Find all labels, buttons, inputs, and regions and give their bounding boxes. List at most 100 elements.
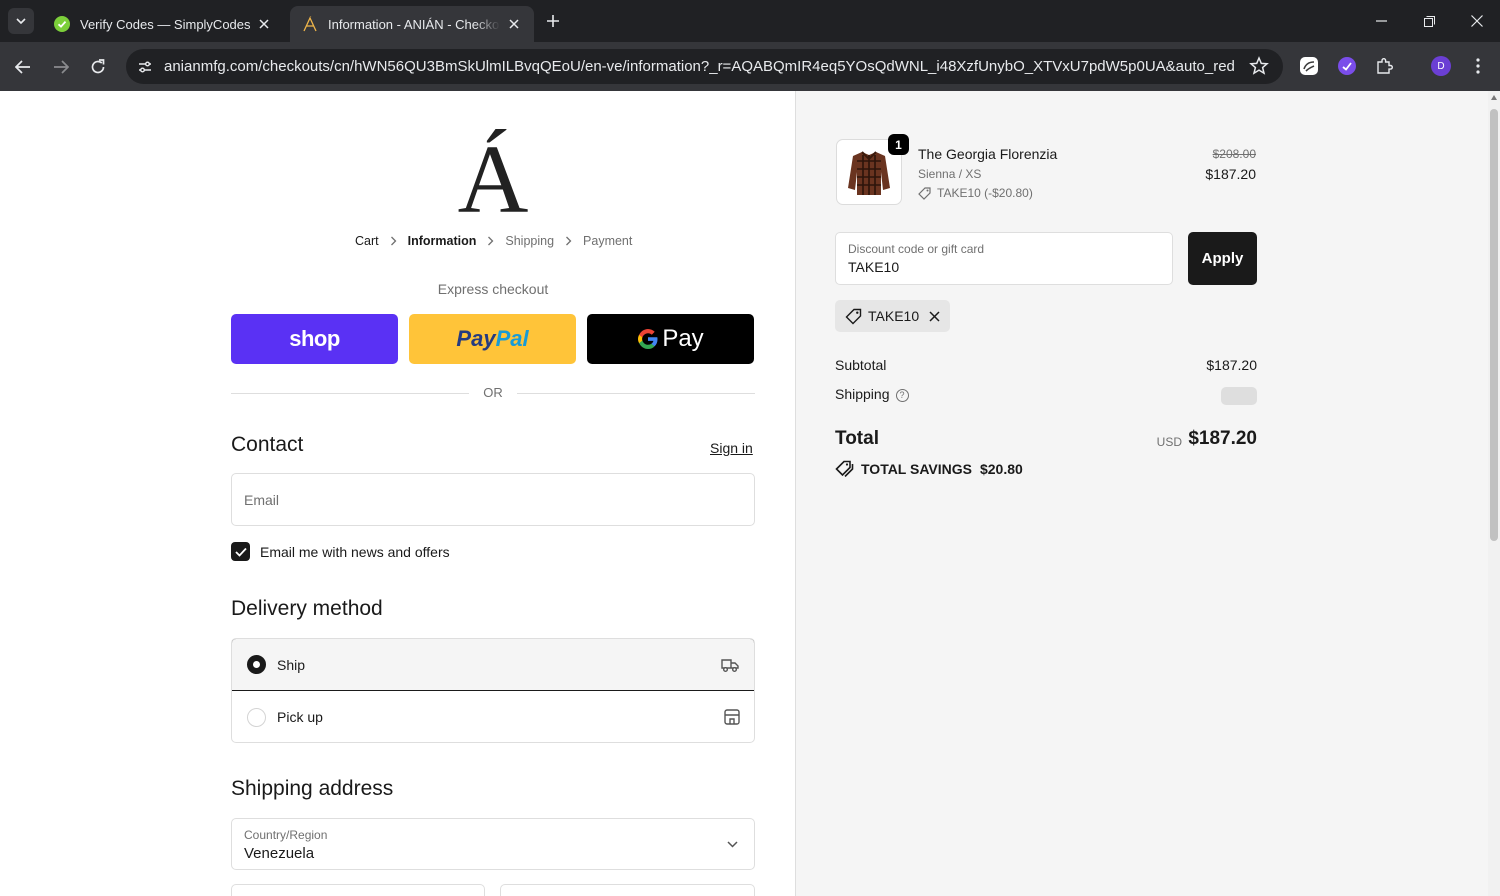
chevron-down-icon <box>727 841 738 848</box>
total-label: Total <box>835 428 879 449</box>
applied-discount-chip: TAKE10 <box>835 300 951 332</box>
store-icon <box>724 709 740 725</box>
newsletter-option[interactable]: Email me with news and offers <box>231 542 450 561</box>
close-window-button[interactable] <box>1453 0 1500 42</box>
discount-code-input[interactable]: Discount code or gift card TAKE10 <box>835 232 1173 285</box>
close-tab-button[interactable] <box>256 16 272 32</box>
shipping-value-placeholder <box>1221 387 1257 405</box>
browser-menu-button[interactable] <box>1467 55 1489 77</box>
email-placeholder: Email <box>244 492 280 508</box>
applied-discount-code: TAKE10 <box>868 308 920 324</box>
google-pay-button[interactable]: Pay <box>587 314 754 364</box>
breadcrumb: Cart Information Shipping Payment <box>355 234 632 248</box>
help-icon[interactable]: ? <box>895 388 909 402</box>
ship-label: Ship <box>277 656 306 673</box>
anian-logo[interactable]: Á <box>456 129 530 217</box>
new-tab-button[interactable] <box>542 10 564 32</box>
scroll-up-arrow[interactable] <box>1491 95 1497 100</box>
email-field[interactable]: Email <box>231 473 755 526</box>
back-icon <box>15 60 30 74</box>
paypal-label-b: Pal <box>495 326 529 351</box>
paypal-button[interactable]: Pay Pal <box>409 314 576 364</box>
order-summary: 1 The Georgia Florenzia Sienna / XS TAKE… <box>796 91 1488 896</box>
breadcrumb-shipping: Shipping <box>505 234 555 248</box>
chevron-right-icon <box>565 236 572 246</box>
checkmark-icon <box>234 547 247 557</box>
total-row: Total USD $187.20 <box>835 428 1257 454</box>
tab-simplycodes[interactable]: Verify Codes — SimplyCodes <box>42 6 284 42</box>
forward-button[interactable] <box>48 54 74 80</box>
delivery-method-group: Ship Pick up <box>231 638 755 743</box>
checkout-page: Á Cart Information Shipping Payment Expr… <box>0 91 1500 896</box>
tab-anian-checkout[interactable]: Information - ANIÁN - Checkout <box>290 6 534 42</box>
total-value: $187.20 <box>1188 428 1257 449</box>
forward-icon <box>54 60 69 74</box>
tag-icon <box>918 186 931 200</box>
pickup-radio[interactable] <box>247 707 266 727</box>
extension-button[interactable] <box>1298 55 1320 77</box>
close-tab-button[interactable] <box>506 16 522 32</box>
puzzle-icon <box>1377 58 1393 74</box>
more-vert-icon <box>1476 58 1480 74</box>
profile-avatar[interactable]: D <box>1431 56 1451 76</box>
breadcrumb-information: Information <box>407 234 477 248</box>
discount-code-label: Discount code or gift card <box>848 242 985 256</box>
discounted-price: $187.20 <box>1205 166 1256 182</box>
reload-button[interactable] <box>85 54 111 80</box>
subtotal-label: Subtotal <box>835 357 887 373</box>
chevron-right-icon <box>390 236 397 246</box>
delivery-option-pickup[interactable]: Pick up <box>232 691 754 742</box>
sign-in-link[interactable]: Sign in <box>710 440 753 456</box>
shop-pay-button[interactable]: shop <box>231 314 398 364</box>
page-scrollbar[interactable] <box>1488 91 1500 896</box>
ship-radio[interactable] <box>247 655 266 674</box>
close-icon <box>1471 15 1483 27</box>
simplycodes-extension-button[interactable] <box>1336 55 1358 77</box>
delivery-method-heading: Delivery method <box>231 597 383 620</box>
product-variant: Sienna / XS <box>918 167 982 181</box>
apply-button[interactable]: Apply <box>1188 232 1257 285</box>
product-discount-text: TAKE10 (-$20.80) <box>937 186 1033 200</box>
breadcrumb-cart[interactable]: Cart <box>355 234 379 248</box>
simplycodes-favicon <box>54 16 70 32</box>
back-button[interactable] <box>10 54 36 80</box>
restore-icon <box>1423 15 1435 27</box>
savings-label: TOTAL SAVINGS <box>861 460 972 477</box>
shipping-address-heading: Shipping address <box>231 777 394 800</box>
star-icon[interactable] <box>1249 56 1269 76</box>
last-name-field[interactable] <box>500 884 755 896</box>
product-discount: TAKE10 (-$20.80) <box>918 186 1033 200</box>
site-settings-icon[interactable] <box>134 56 156 78</box>
tab-title: Verify Codes — SimplyCodes <box>80 16 250 32</box>
contact-heading: Contact <box>231 433 304 456</box>
country-select[interactable]: Country/Region Venezuela <box>231 818 755 870</box>
newsletter-checkbox[interactable] <box>231 542 250 561</box>
svg-text:Á: Á <box>458 129 529 217</box>
url-text: anianmfg.com/checkouts/cn/hWN56QU3BmSkUl… <box>164 58 1234 75</box>
tab-title: Information - ANIÁN - Checkout <box>328 16 500 32</box>
discount-code-value: TAKE10 <box>848 259 900 275</box>
or-divider: OR <box>231 385 755 401</box>
reload-icon <box>91 59 105 74</box>
remove-discount-button[interactable] <box>929 310 940 322</box>
extensions-menu-button[interactable] <box>1374 55 1396 77</box>
google-g-icon <box>638 329 658 349</box>
shipping-label: Shipping <box>835 386 890 402</box>
country-value: Venezuela <box>244 845 315 862</box>
total-savings: TOTAL SAVINGS $20.80 <box>835 460 1023 477</box>
country-label: Country/Region <box>244 828 328 842</box>
tab-list-button[interactable] <box>8 8 34 34</box>
scrollbar-thumb[interactable] <box>1490 109 1498 541</box>
quantity-badge: 1 <box>888 134 909 155</box>
shop-pay-label: shop <box>289 326 340 351</box>
address-bar[interactable]: anianmfg.com/checkouts/cn/hWN56QU3BmSkUl… <box>126 49 1283 84</box>
minimize-button[interactable] <box>1357 0 1405 42</box>
chevron-right-icon <box>487 236 494 246</box>
restore-button[interactable] <box>1405 0 1453 42</box>
extension-icon <box>1338 57 1356 75</box>
jacket-image <box>848 151 890 195</box>
shipping-row: Shipping? <box>835 386 1257 405</box>
delivery-option-ship[interactable]: Ship <box>232 639 754 691</box>
savings-value: $20.80 <box>979 460 1023 477</box>
first-name-field[interactable] <box>231 884 485 896</box>
